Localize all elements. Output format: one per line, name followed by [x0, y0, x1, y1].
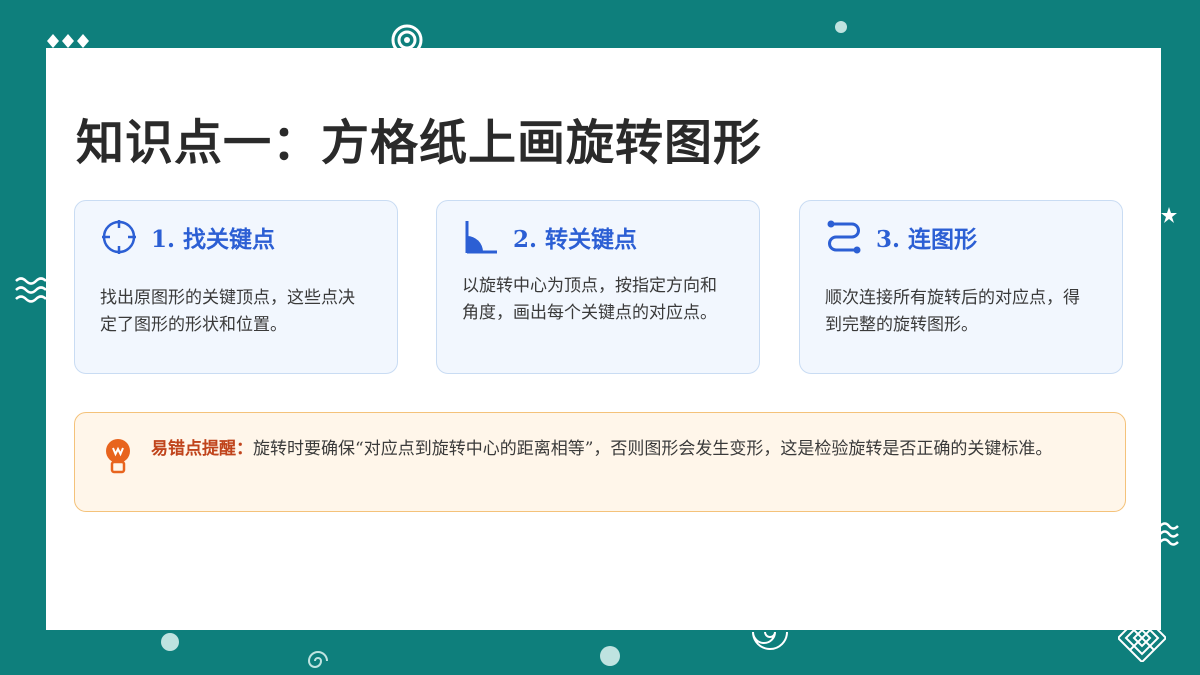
diamonds-decoration: [47, 34, 89, 48]
step-description: 找出原图形的关键顶点，这些点决定了图形的形状和位置。: [100, 288, 355, 335]
step-title: 1. 找关键点: [151, 226, 276, 253]
tip-label: 易错点提醒：: [151, 439, 253, 459]
lightbulb-icon: [106, 439, 130, 474]
step-description: 顺次连接所有旋转后的对应点，得到完整的旋转图形。: [825, 288, 1080, 335]
route-icon: [827, 220, 861, 254]
concentric-circles-decoration: [391, 24, 423, 50]
spiral-decoration-small: [307, 651, 328, 668]
crosshair-icon: [102, 220, 136, 254]
tip-text: 易错点提醒：旋转时要确保“对应点到旋转中心的距离相等”，否则图形会发生变形，这是…: [151, 435, 1101, 464]
slide-panel: 知识点一：方格纸上画旋转图形 1. 找关键点 找出原图形的关键顶点，这些点决定了…: [46, 48, 1161, 630]
step-description: 以旋转中心为顶点，按指定方向和角度，画出每个关键点的对应点。: [462, 276, 717, 323]
spiral-decoration-large: [752, 631, 788, 650]
dot-decoration-bottom-left: [161, 633, 179, 651]
step-title: 3. 连图形: [876, 226, 978, 253]
tip-body: 旋转时要确保“对应点到旋转中心的距离相等”，否则图形会发生变形，这是检验旋转是否…: [253, 439, 1053, 459]
dot-decoration: [835, 21, 847, 33]
angle-icon: [465, 221, 497, 254]
step-card-rotate-points: 2. 转关键点 以旋转中心为顶点，按指定方向和角度，画出每个关键点的对应点。: [436, 200, 760, 374]
slide-title: 知识点一：方格纸上画旋转图形: [76, 115, 763, 171]
wave-decoration-right: [1159, 522, 1179, 546]
star-decoration: [1161, 207, 1177, 223]
step-card-connect-shape: 3. 连图形 顺次连接所有旋转后的对应点，得到完整的旋转图形。: [799, 200, 1123, 374]
step-card-find-points: 1. 找关键点 找出原图形的关键顶点，这些点决定了图形的形状和位置。: [74, 200, 398, 374]
step-title: 2. 转关键点: [513, 226, 638, 253]
common-mistake-tip: 易错点提醒：旋转时要确保“对应点到旋转中心的距离相等”，否则图形会发生变形，这是…: [74, 412, 1126, 512]
dot-decoration-bottom: [600, 646, 620, 666]
wave-decoration: [15, 277, 47, 303]
